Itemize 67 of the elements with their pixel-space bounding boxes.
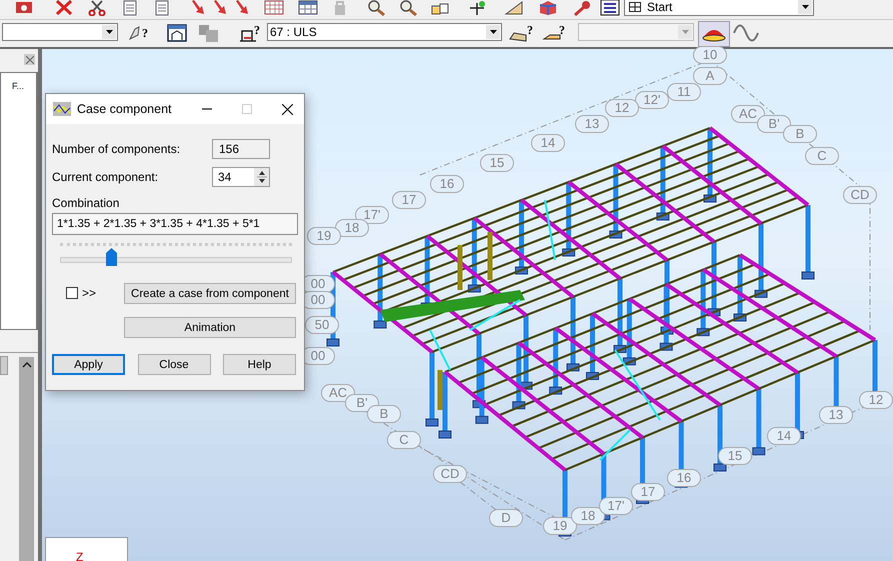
field-label: Current component: bbox=[52, 170, 158, 184]
checkbox[interactable] bbox=[66, 287, 78, 299]
grid-axis-label: B bbox=[783, 125, 817, 143]
cube-icon[interactable] bbox=[538, 0, 558, 16]
triangle-icon[interactable] bbox=[504, 0, 524, 16]
list-icon[interactable] bbox=[600, 0, 620, 16]
grid-axis-label: 15 bbox=[480, 154, 514, 172]
component-slider[interactable] bbox=[60, 243, 292, 267]
grid-axis-label: C bbox=[387, 431, 421, 449]
grid-axis-label: 13 bbox=[575, 115, 609, 133]
camera-icon[interactable] bbox=[14, 0, 34, 16]
grid-axis-label: CD bbox=[433, 465, 467, 483]
dialog-button[interactable]: Create a case from component bbox=[124, 283, 296, 304]
grid-axis-label: 11 bbox=[667, 83, 701, 101]
squares-icon[interactable] bbox=[197, 23, 221, 43]
chart-icon bbox=[53, 102, 71, 116]
grid-axis-label: D bbox=[489, 509, 523, 527]
grid-axis-label: 10 bbox=[693, 46, 727, 64]
grid-axis-label: 14 bbox=[531, 134, 565, 152]
grid-axis-label: 16 bbox=[667, 469, 701, 487]
dialog-button[interactable]: Help bbox=[223, 354, 296, 375]
grid-axis-label: C bbox=[805, 147, 839, 165]
grid-axis-label: 12' bbox=[635, 91, 669, 109]
spin-arrows-icon[interactable] bbox=[254, 168, 269, 186]
grid-axis-label: 50 bbox=[305, 316, 339, 334]
grid-axis-label: B bbox=[367, 405, 401, 423]
count-field: 156 bbox=[212, 139, 270, 159]
combination-field[interactable]: 1*1.35 + 2*1.35 + 3*1.35 + 4*1.35 + 5*1 bbox=[52, 213, 298, 235]
layout-combo[interactable]: Start bbox=[624, 0, 814, 16]
grid-axis-label: A bbox=[693, 67, 727, 85]
load-case-combo[interactable]: 67 : ULS bbox=[267, 23, 502, 41]
window-icon[interactable] bbox=[166, 23, 188, 43]
axis-label: Z bbox=[76, 550, 84, 561]
grid-icon bbox=[629, 2, 641, 12]
grid-axis-label: CD bbox=[843, 186, 877, 204]
grid-axis-label: 19 bbox=[307, 227, 341, 245]
checkbox-label: >> bbox=[82, 286, 96, 300]
model-combo[interactable] bbox=[2, 23, 118, 41]
field-label: Combination bbox=[52, 196, 120, 210]
dialog-button[interactable]: Animation bbox=[124, 317, 296, 338]
dome-icon[interactable] bbox=[698, 21, 730, 47]
cross-icon[interactable] bbox=[54, 0, 74, 16]
scissors-icon[interactable] bbox=[87, 0, 107, 16]
grid-axis-label: 14 bbox=[767, 427, 801, 445]
dialog-button[interactable]: Apply bbox=[52, 354, 125, 375]
magnifier-icon[interactable] bbox=[366, 0, 386, 16]
wave-icon[interactable] bbox=[732, 23, 760, 43]
scrollbar[interactable] bbox=[19, 357, 34, 561]
table-icon[interactable] bbox=[298, 0, 318, 16]
magnifier-icon[interactable] bbox=[398, 0, 418, 16]
field-label: Number of components: bbox=[52, 142, 180, 156]
slider-thumb[interactable] bbox=[106, 248, 118, 266]
dialog-title: Case component bbox=[77, 102, 173, 116]
grid-axis-label: 12 bbox=[859, 391, 893, 409]
grid-axis-label: 12 bbox=[605, 99, 639, 117]
scroll-up-icon[interactable] bbox=[22, 362, 32, 368]
dialog-button[interactable]: Close bbox=[138, 354, 210, 375]
grid-axis-label: 17' bbox=[599, 497, 633, 515]
calendar-icon[interactable] bbox=[264, 0, 284, 16]
grid-axis-label: 17 bbox=[392, 191, 426, 209]
node-icon[interactable] bbox=[468, 0, 488, 16]
grid-axis-label: 15 bbox=[718, 447, 752, 465]
spin-field[interactable]: 34 bbox=[212, 167, 270, 187]
grid-axis-label: 16 bbox=[430, 175, 464, 193]
grid-axis-label: 17 bbox=[631, 483, 665, 501]
grid-axis-label: 13 bbox=[819, 406, 853, 424]
column-header[interactable]: F... bbox=[12, 81, 24, 91]
